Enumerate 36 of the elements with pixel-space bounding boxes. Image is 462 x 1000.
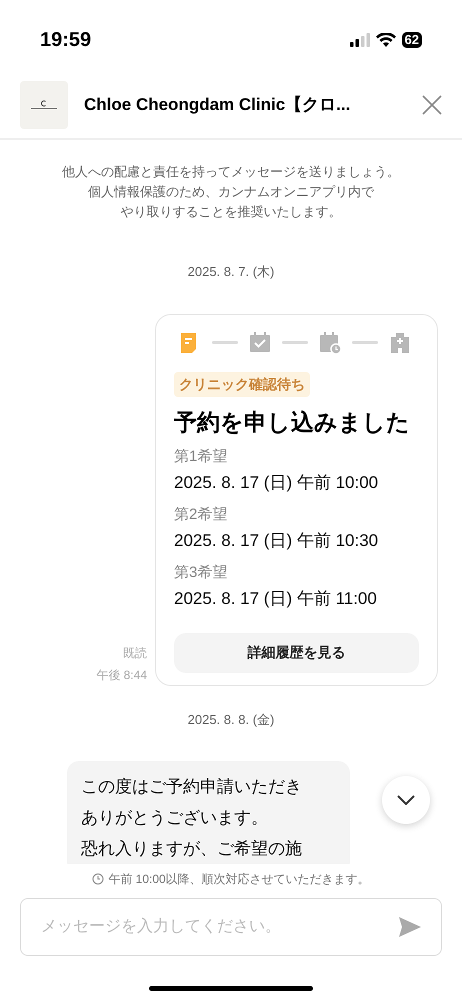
logo-icon: [29, 100, 59, 110]
message-text: この度はご予約申請いただき: [81, 776, 303, 798]
scroll-down-button[interactable]: [382, 776, 430, 824]
close-icon[interactable]: [422, 95, 442, 115]
message-text: ありがとうございます。: [81, 807, 269, 829]
notice-text: やり取りすることを推奨いたします。: [120, 203, 342, 221]
status-badge: クリニック確認待ち: [174, 372, 310, 396]
notice-text: 他人への配慮と責任を持ってメッセージを送りましょう。: [62, 163, 400, 181]
step-icon: [388, 330, 412, 354]
step-icon: [248, 330, 272, 354]
clock-icon: [92, 873, 104, 885]
send-icon[interactable]: [399, 917, 421, 937]
battery-indicator: 62: [402, 32, 422, 48]
chevron-down-icon: [397, 795, 415, 805]
choice-label: 第3希望: [174, 562, 228, 582]
date-divider: 2025. 8. 7. (木): [188, 263, 274, 281]
message-time: 午後 8:44: [96, 666, 147, 684]
wifi-icon: [376, 32, 396, 48]
choice-datetime: 2025. 8. 17 (日) 午前 11:00: [174, 588, 378, 610]
history-button[interactable]: 詳細履歴を見る: [174, 632, 419, 672]
choice-datetime: 2025. 8. 17 (日) 午前 10:30: [174, 530, 380, 552]
message-field[interactable]: メッセージを入力してください。: [20, 898, 442, 956]
notice-text: 個人情報保護のため、カンナムオンニアプリ内で: [88, 183, 374, 201]
card-title: 予約を申し込みました: [174, 408, 411, 436]
choice-label: 第2希望: [174, 504, 228, 524]
status-time: 19:59: [40, 28, 92, 53]
signal-icon: [350, 33, 370, 47]
hours-note: 午前 10:00以降、順次対応させていただきます。: [108, 871, 370, 888]
choice-label: 第1希望: [174, 446, 228, 466]
choice-datetime: 2025. 8. 17 (日) 午前 10:00: [174, 472, 380, 494]
message-input[interactable]: メッセージを入力してください。: [41, 915, 399, 939]
step-icon: [318, 330, 342, 354]
read-receipt: 既読: [123, 644, 147, 662]
message-text: 恐れ入りますが、ご希望の施: [81, 838, 303, 860]
chat-title: Chloe Cheongdam Clinic【クロ...: [84, 94, 352, 116]
date-divider: 2025. 8. 8. (金): [188, 710, 274, 729]
